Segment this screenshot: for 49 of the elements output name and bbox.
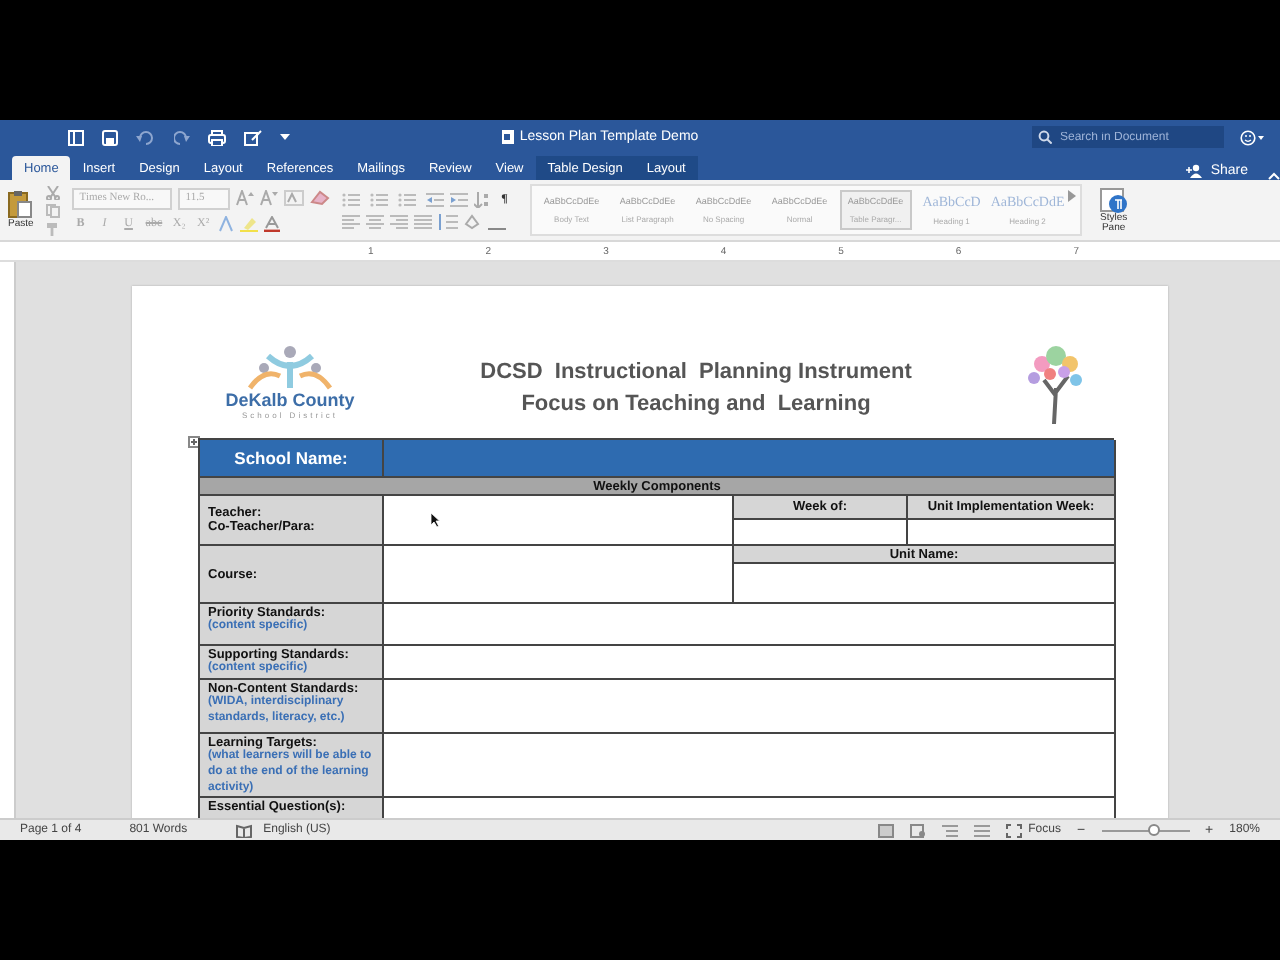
- draft-icon[interactable]: [974, 823, 991, 837]
- align-left-icon[interactable]: [341, 214, 360, 230]
- sidebar-icon[interactable]: [68, 129, 84, 145]
- line-spacing-icon[interactable]: [437, 214, 458, 230]
- shrink-font-icon[interactable]: [259, 190, 278, 206]
- smiley-icon[interactable]: [1240, 129, 1264, 145]
- font-color-icon[interactable]: [264, 216, 281, 232]
- outline-icon[interactable]: [942, 823, 959, 837]
- numbering-icon[interactable]: [369, 191, 392, 207]
- undo-icon[interactable]: [136, 129, 156, 145]
- copy-icon[interactable]: [45, 203, 60, 217]
- decrease-indent-icon[interactable]: [425, 191, 444, 207]
- search-icon: [1038, 130, 1052, 144]
- shading-icon[interactable]: [463, 214, 482, 230]
- align-center-icon[interactable]: [365, 214, 384, 230]
- clipboard-icon: [8, 190, 33, 218]
- text-effects-icon[interactable]: [218, 216, 235, 232]
- print-layout-icon[interactable]: [878, 823, 895, 837]
- dropdown-icon[interactable]: [280, 134, 290, 140]
- sort-icon[interactable]: [473, 191, 490, 207]
- align-right-icon[interactable]: [389, 214, 408, 230]
- more-styles-icon[interactable]: [1067, 190, 1076, 202]
- edit-icon[interactable]: [244, 129, 262, 145]
- collapse-icon[interactable]: [1268, 172, 1280, 180]
- save-icon[interactable]: [102, 129, 118, 145]
- document-title: Focus on Teaching and Learning: [521, 392, 871, 416]
- bullets-icon[interactable]: [341, 191, 364, 207]
- web-layout-icon[interactable]: [910, 823, 927, 837]
- book-icon[interactable]: [235, 823, 252, 837]
- grow-font-icon[interactable]: [235, 190, 254, 206]
- change-case-icon[interactable]: [283, 190, 304, 206]
- justify-icon[interactable]: [413, 214, 432, 230]
- tree-icon: [1022, 340, 1086, 424]
- table-header-cell: School Name:: [200, 440, 384, 478]
- focus-icon: [1006, 823, 1023, 837]
- eraser-icon[interactable]: [309, 190, 330, 206]
- logo-text: DeKalb County: [225, 392, 355, 410]
- document-title: DCSD Instructional Planning Instrument: [480, 360, 912, 384]
- scissors-icon[interactable]: [45, 185, 60, 199]
- increase-indent-icon[interactable]: [449, 191, 468, 207]
- table-handle-icon[interactable]: [188, 436, 200, 448]
- pointer-icon: [430, 512, 440, 528]
- print-icon[interactable]: [208, 129, 226, 145]
- redo-icon[interactable]: [174, 129, 190, 145]
- brush-icon[interactable]: [45, 221, 60, 235]
- styles-pane-icon: [1099, 187, 1128, 213]
- zoom-slider-thumb[interactable]: [1147, 823, 1160, 835]
- document-icon: [501, 130, 514, 144]
- multilevel-list-icon[interactable]: [397, 191, 420, 207]
